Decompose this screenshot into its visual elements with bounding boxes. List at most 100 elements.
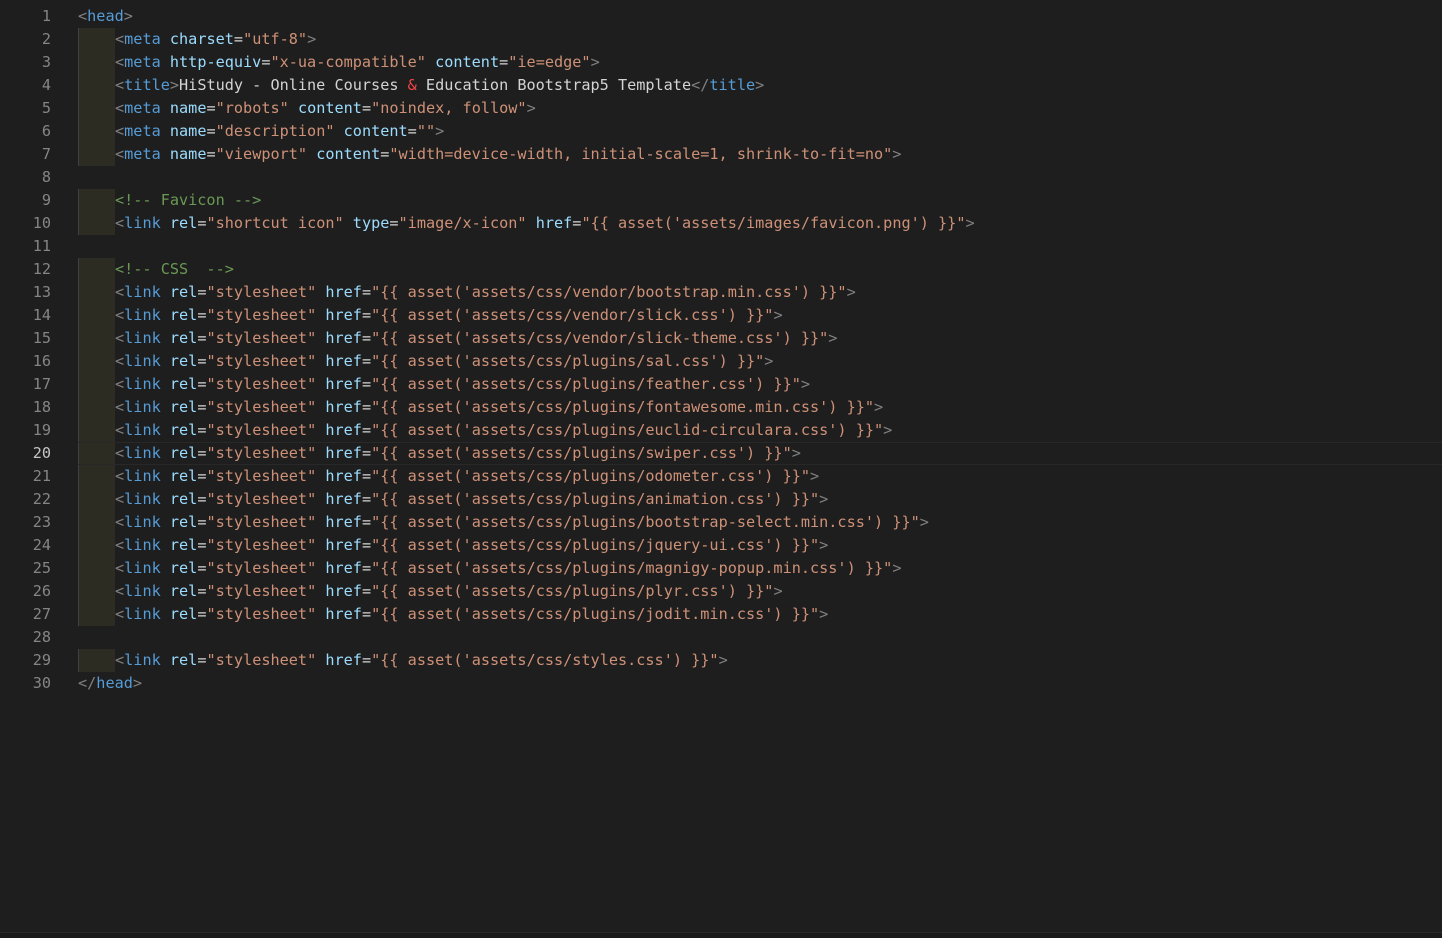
- code-token: "": [416, 122, 436, 140]
- code-token: content: [343, 122, 408, 140]
- code-token: =: [361, 329, 372, 347]
- line-number: 1: [41, 7, 51, 25]
- code-line[interactable]: <link rel="stylesheet" href="{{ asset('a…: [78, 580, 1442, 603]
- code-token: content: [435, 53, 500, 71]
- code-token: =: [361, 513, 372, 531]
- code-token: link: [124, 306, 161, 324]
- code-token: "noindex, follow": [371, 99, 527, 117]
- code-token: "robots": [215, 99, 289, 117]
- code-line[interactable]: <link rel="stylesheet" href="{{ asset('a…: [78, 603, 1442, 626]
- code-line[interactable]: <link rel="stylesheet" href="{{ asset('a…: [78, 534, 1442, 557]
- code-token: <!-- Favicon -->: [115, 191, 262, 209]
- code-line[interactable]: <link rel="stylesheet" href="{{ asset('a…: [78, 488, 1442, 511]
- code-token: "{{ asset('assets/css/vendor/slick-theme…: [371, 329, 829, 347]
- code-line[interactable]: <link rel="stylesheet" href="{{ asset('a…: [78, 465, 1442, 488]
- code-area[interactable]: <head> <meta charset="utf-8"> < meta http-e…: [78, 5, 1442, 695]
- code-token: name: [169, 99, 207, 117]
- code-line[interactable]: [78, 166, 1442, 189]
- code-token: "{{ asset('assets/css/plugins/swiper.css…: [371, 444, 792, 462]
- code-line[interactable]: <!-- Favicon -->: [78, 189, 1442, 212]
- code-token: link: [124, 398, 161, 416]
- code-line[interactable]: <link rel="stylesheet" href="{{ asset('a…: [78, 396, 1442, 419]
- code-text: <link rel="shortcut icon" type="image/x-…: [78, 214, 975, 232]
- code-token: =: [499, 53, 509, 71]
- code-token: meta: [124, 99, 161, 117]
- code-token: link: [124, 421, 161, 439]
- code-line[interactable]: <link rel="stylesheet" href="{{ asset('a…: [78, 442, 1442, 465]
- line-number: 25: [32, 559, 51, 577]
- code-token: >: [892, 559, 902, 577]
- code-editor[interactable]: 1 2 3 4 5 6 7 8 9 10 11 12 13 14 15 16 17 18 19 20 21 22 23 24 2…: [0, 0, 1442, 938]
- code-line[interactable]: <meta name="viewport" content="width=dev…: [78, 143, 1442, 166]
- code-line[interactable]: <meta name="robots" content="noindex, fo…: [78, 97, 1442, 120]
- code-token: <: [115, 352, 125, 370]
- code-line[interactable]: [78, 235, 1442, 258]
- code-line[interactable]: <link rel="stylesheet" href="{{ asset('a…: [78, 649, 1442, 672]
- code-token: link: [124, 605, 161, 623]
- code-token: rel: [169, 467, 198, 485]
- code-token: >: [892, 145, 902, 163]
- code-line[interactable]: </head>: [78, 672, 1442, 695]
- code-token: rel: [169, 559, 198, 577]
- code-line[interactable]: <link rel="stylesheet" href="{{ asset('a…: [78, 373, 1442, 396]
- code-line[interactable]: <meta http-equiv = "x-ua-compatible" conte…: [78, 51, 1442, 74]
- code-line[interactable]: <link rel="stylesheet" href="{{ asset('a…: [78, 557, 1442, 580]
- code-token: <: [115, 283, 125, 301]
- code-line[interactable]: <!-- CSS -->: [78, 258, 1442, 281]
- code-line[interactable]: <meta charset="utf-8">: [78, 28, 1442, 51]
- code-token: rel: [169, 283, 198, 301]
- code-text: <link rel="stylesheet" href="{{ asset('a…: [78, 582, 783, 600]
- code-token: "stylesheet": [206, 605, 317, 623]
- code-token: href: [325, 444, 362, 462]
- code-token: "{{ asset('assets/css/styles.css') }}": [371, 651, 719, 669]
- code-token: "ie=edge": [508, 53, 591, 71]
- code-line[interactable]: <meta name="description" content="">: [78, 120, 1442, 143]
- code-token: "stylesheet": [206, 306, 317, 324]
- code-line[interactable]: <link rel="stylesheet" href="{{ asset('a…: [78, 304, 1442, 327]
- code-token: =: [361, 605, 372, 623]
- code-token: <: [115, 375, 125, 393]
- code-token: =: [233, 30, 244, 48]
- code-token: <: [115, 306, 125, 324]
- code-token: =: [361, 536, 372, 554]
- editor-top-edge: [0, 0, 1442, 3]
- code-line[interactable]: <link rel="stylesheet" href="{{ asset('a…: [78, 419, 1442, 442]
- code-line[interactable]: <link rel="stylesheet" href="{{ asset('a…: [78, 281, 1442, 304]
- code-token: rel: [169, 306, 198, 324]
- line-number: 24: [32, 536, 51, 554]
- code-token: meta: [124, 145, 161, 163]
- line-number: 12: [32, 260, 51, 278]
- code-token: http-equiv: [169, 53, 262, 71]
- code-token: <: [115, 444, 125, 462]
- code-line[interactable]: <link rel="stylesheet" href="{{ asset('a…: [78, 327, 1442, 350]
- line-number: 20: [32, 444, 51, 462]
- code-token: "stylesheet": [206, 283, 317, 301]
- code-line[interactable]: <head>: [78, 5, 1442, 28]
- code-token: name: [169, 145, 207, 163]
- code-token: meta: [124, 30, 161, 48]
- code-text: </head>: [78, 674, 142, 692]
- code-token: <: [115, 467, 125, 485]
- code-line[interactable]: <title>HiStudy - Online Courses & Educat…: [78, 74, 1442, 97]
- code-line[interactable]: [78, 626, 1442, 649]
- code-token: <: [115, 421, 125, 439]
- code-line[interactable]: <link rel="stylesheet" href="{{ asset('a…: [78, 511, 1442, 534]
- code-line[interactable]: <link rel="shortcut icon" type="image/x-…: [78, 212, 1442, 235]
- code-line[interactable]: <link rel="stylesheet" href="{{ asset('a…: [78, 350, 1442, 373]
- code-token: <: [115, 536, 125, 554]
- code-token: "stylesheet": [206, 444, 317, 462]
